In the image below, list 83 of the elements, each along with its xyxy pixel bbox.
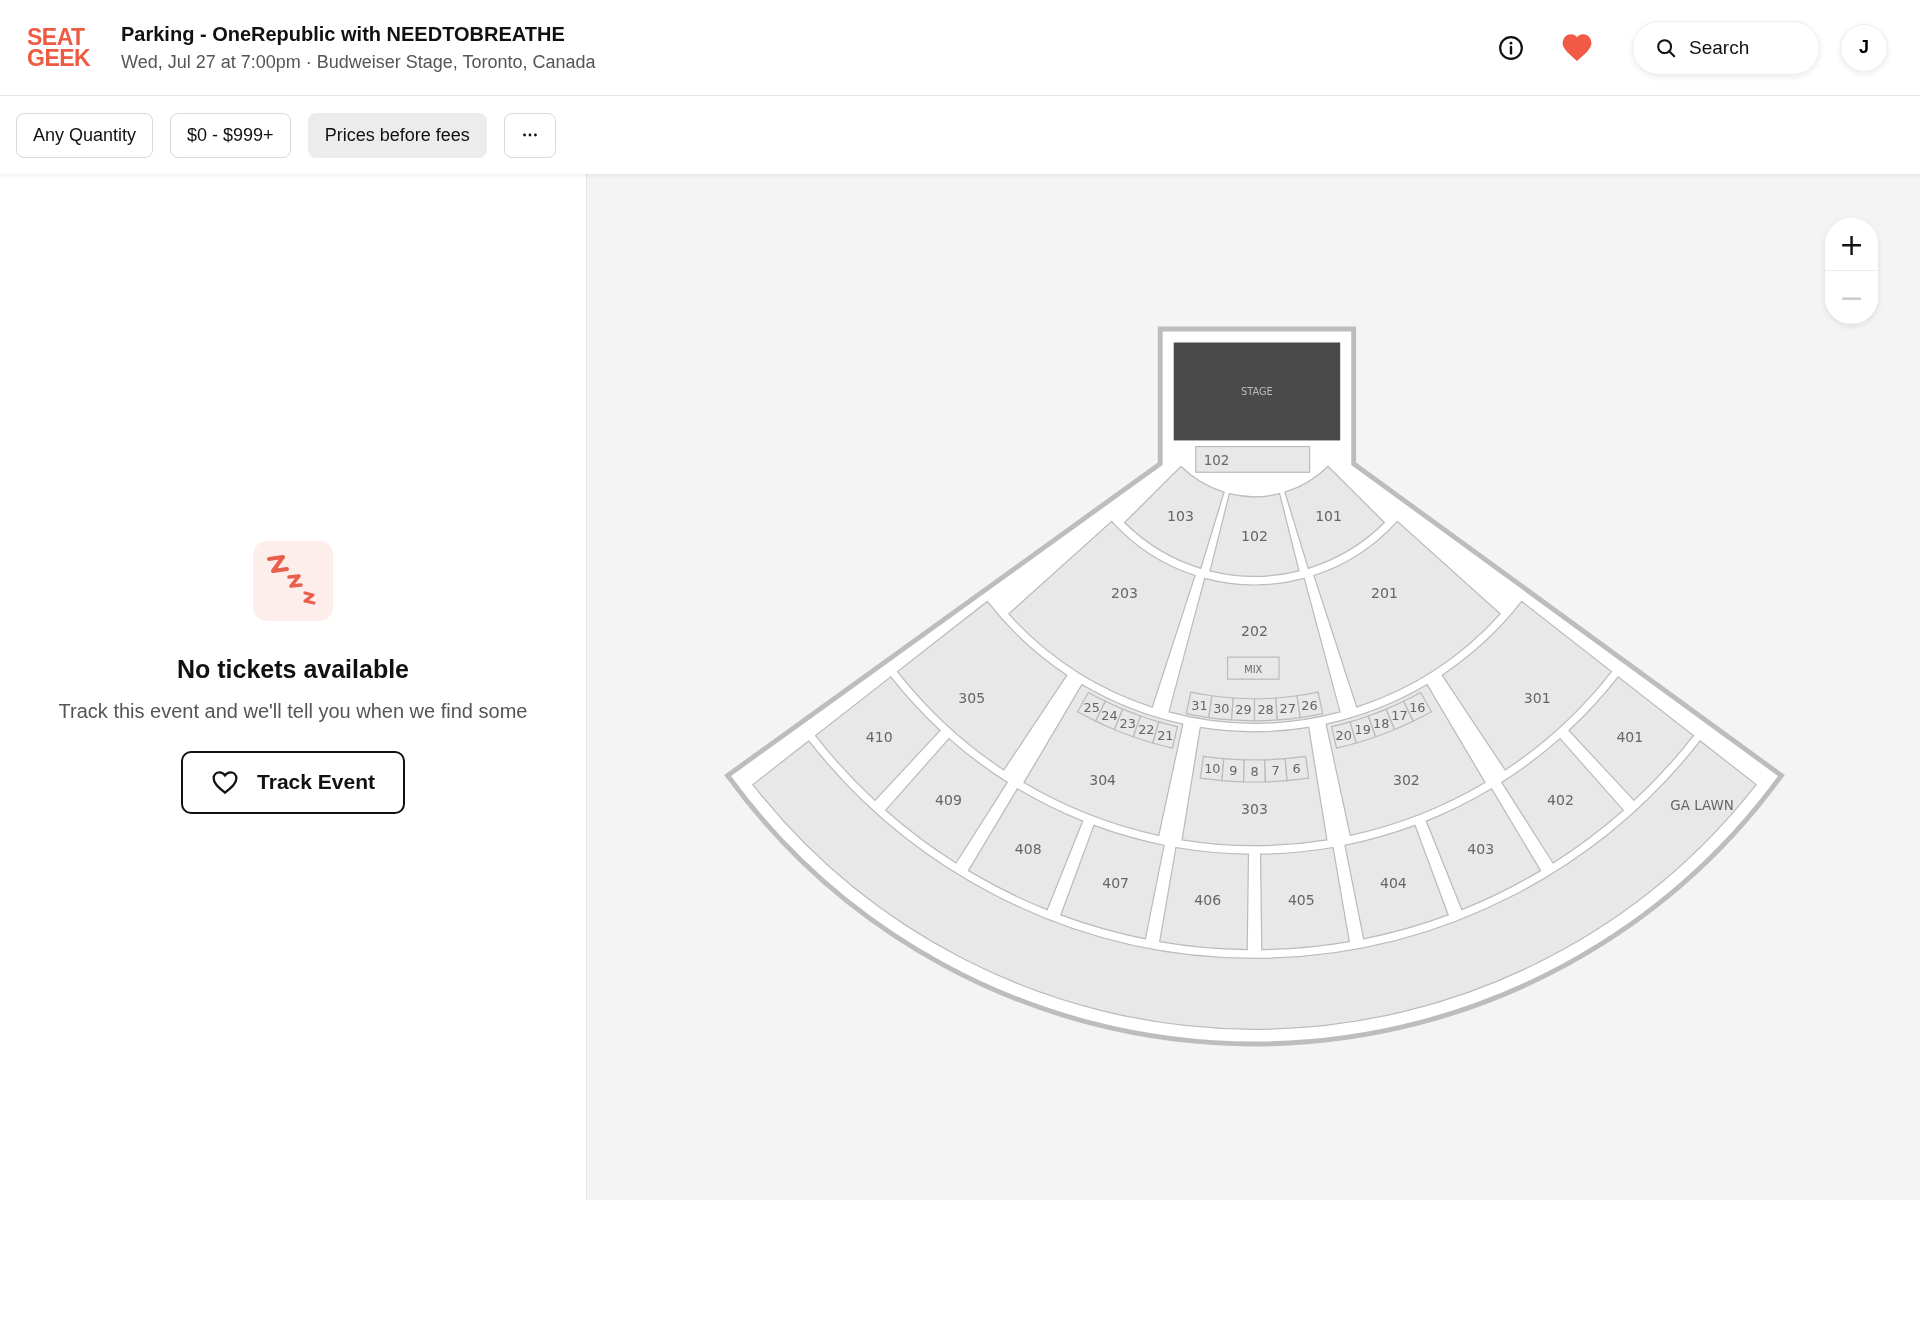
row-label: 22 — [1138, 722, 1155, 738]
row-label: 20 — [1335, 727, 1352, 743]
section-label: 405 — [1287, 891, 1315, 908]
heart-icon[interactable] — [1562, 34, 1592, 61]
seating-section[interactable] — [1259, 846, 1350, 951]
mix-label: MIX — [1244, 664, 1263, 676]
row-section[interactable] — [1284, 755, 1310, 782]
row-label: 7 — [1271, 763, 1280, 779]
heart-icon — [211, 769, 240, 795]
row-section[interactable] — [1253, 697, 1278, 722]
row-label: 28 — [1257, 702, 1274, 718]
section-label: 407 — [1102, 874, 1130, 891]
stage-label: STAGE — [1241, 386, 1273, 398]
section-label: 303 — [1241, 800, 1268, 817]
row-section[interactable] — [1152, 721, 1178, 749]
row-label: 18 — [1373, 715, 1390, 731]
search-button[interactable]: Search — [1632, 20, 1820, 75]
section-label: 101 — [1315, 507, 1342, 524]
row-label: 25 — [1083, 699, 1100, 715]
row-label: 19 — [1354, 722, 1371, 738]
row-label: 30 — [1213, 700, 1230, 716]
section-label: 305 — [958, 690, 986, 706]
section-label: 302 — [1392, 772, 1420, 789]
section-label: 401 — [1616, 728, 1644, 745]
row-label: 8 — [1250, 763, 1259, 779]
filter-chip[interactable]: Prices before fees — [307, 112, 487, 158]
row-label: 23 — [1119, 715, 1136, 731]
empty-state-message: Track this event and we'll tell you when we find some — [58, 699, 528, 723]
search-icon — [1655, 36, 1677, 59]
row-label: 17 — [1391, 708, 1408, 724]
section-label: 304 — [1089, 772, 1117, 789]
row-label: 24 — [1101, 708, 1118, 724]
seating-section[interactable] — [1195, 445, 1311, 473]
row-label: 31 — [1191, 697, 1208, 713]
more-button[interactable] — [503, 112, 556, 158]
row-label: 16 — [1409, 699, 1426, 715]
section-label: 103 — [1167, 507, 1194, 524]
section-label: 408 — [1014, 840, 1042, 857]
empty-state-title: No tickets available — [176, 654, 410, 684]
row-label: 9 — [1229, 763, 1238, 779]
filter-chip[interactable]: Any Quantity — [16, 112, 154, 158]
event-title: Parking - OneRepublic with NEEDTOBREATHE — [121, 22, 566, 46]
section-label: GA LAWN — [1670, 798, 1734, 814]
section-label: 201 — [1371, 584, 1398, 601]
row-section[interactable] — [1243, 759, 1266, 783]
row-label: 26 — [1301, 697, 1318, 713]
section-label: 403 — [1467, 840, 1495, 857]
seating-section[interactable] — [1344, 824, 1449, 940]
seating-section[interactable] — [896, 600, 1068, 771]
section-label: 404 — [1379, 874, 1407, 891]
seating-section[interactable] — [967, 788, 1084, 911]
row-label: 27 — [1279, 700, 1296, 716]
track-event-button[interactable]: Track Event — [181, 750, 405, 814]
section-label: 202 — [1241, 623, 1268, 640]
row-label: 6 — [1292, 761, 1301, 777]
seating-section[interactable] — [1124, 465, 1225, 569]
seating-section[interactable] — [1441, 600, 1613, 771]
row-section[interactable] — [1296, 691, 1324, 719]
section-label: 102 — [1203, 452, 1230, 468]
section-label: 402 — [1547, 791, 1574, 808]
section-label: 406 — [1194, 891, 1222, 908]
row-section[interactable] — [1231, 697, 1256, 722]
seating-section[interactable] — [1425, 788, 1542, 911]
row-label: 21 — [1157, 727, 1174, 743]
section-label: 409 — [935, 791, 962, 808]
zoom-in-button[interactable]: + — [1825, 218, 1878, 271]
section-label: 102 — [1241, 528, 1268, 545]
filter-chip[interactable]: $0 - $999+ — [170, 112, 291, 158]
row-label: 29 — [1235, 702, 1252, 718]
row-label: 10 — [1204, 761, 1221, 777]
seating-section[interactable] — [1159, 846, 1250, 951]
section-label: 203 — [1111, 584, 1138, 601]
user-avatar[interactable]: J — [1840, 23, 1888, 72]
sleep-icon — [253, 540, 333, 621]
seating-section[interactable] — [1284, 465, 1385, 569]
seating-section[interactable] — [1060, 824, 1165, 940]
mix-area — [1226, 656, 1280, 680]
more-icon — [522, 133, 537, 137]
info-icon[interactable] — [1498, 34, 1524, 61]
section-label: 410 — [865, 728, 893, 745]
seating-section[interactable] — [1209, 493, 1300, 577]
event-details: Wed, Jul 27 at 7:00pm · Budweiser Stage, Toronto, Canada — [121, 51, 596, 73]
section-label: 301 — [1523, 690, 1551, 706]
